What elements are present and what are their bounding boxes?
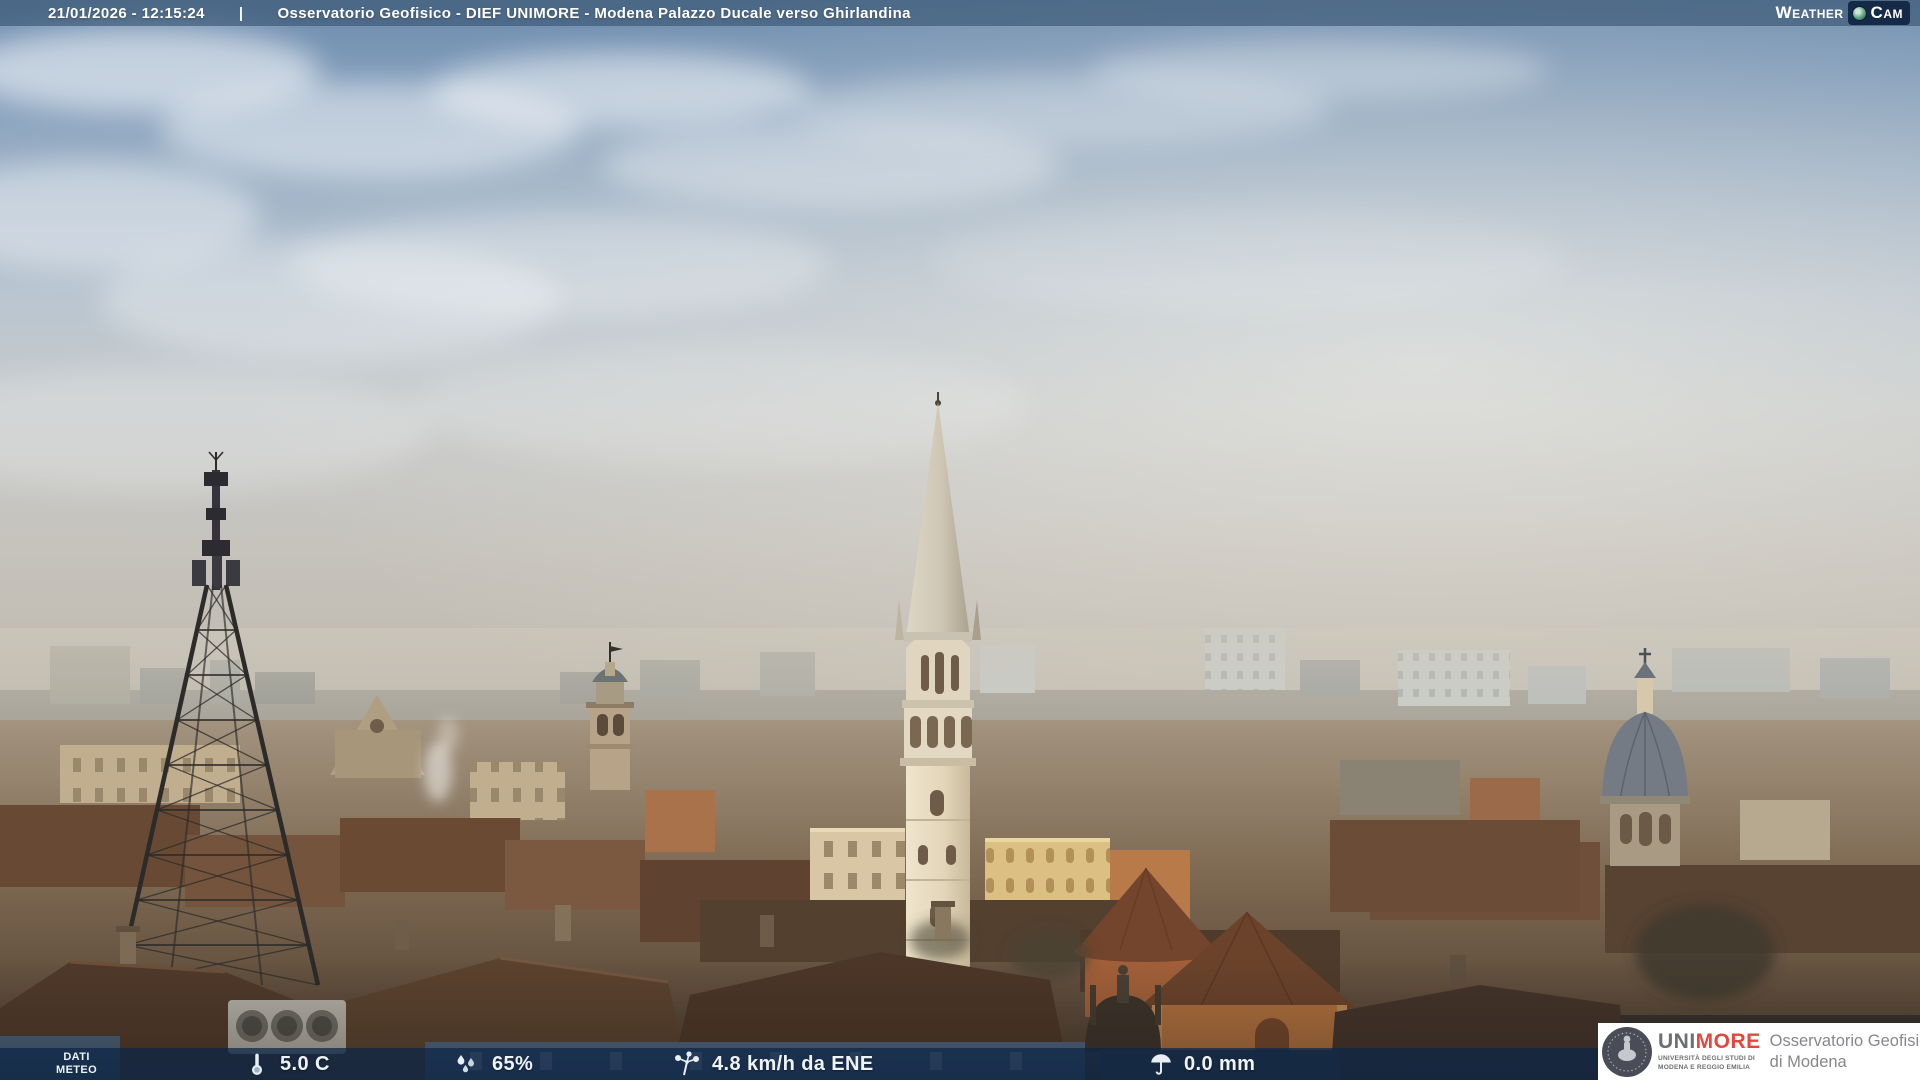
wind-metric: 4.8 km/h da ENE	[672, 1048, 874, 1080]
anemometer-icon	[675, 1051, 699, 1076]
weathercam-word-weather: Weather	[1775, 3, 1844, 22]
page-title: Osservatorio Geofisico - DIEF UNIMORE - …	[277, 4, 911, 22]
unimore-wordmark: UNIMORE UNIVERSITÀ DEGLI STUDI DI MODENA…	[1658, 1031, 1761, 1071]
header-bar: 21/01/2026 - 12:15:24 | Osservatorio Geo…	[0, 0, 1920, 26]
unimore-more-text: MORE	[1695, 1030, 1761, 1054]
humidity-icon	[457, 1055, 474, 1073]
rain-metric: 0.0 mm	[1148, 1048, 1255, 1080]
temperature-metric: 5.0 C	[244, 1048, 330, 1080]
weathercam-badge: Cam	[1847, 1, 1910, 25]
camera-lens-icon	[1851, 5, 1867, 21]
humidity-value: 65%	[492, 1052, 534, 1075]
unimore-logo-box: UNIMORE UNIVERSITÀ DEGLI STUDI DI MODENA…	[1598, 1023, 1920, 1080]
dati-meteo-label: DATI METEO	[56, 1051, 98, 1076]
temperature-value: 5.0 C	[280, 1052, 330, 1075]
university-subtitle-line2: MODENA E REGGIO EMILIA	[1658, 1063, 1751, 1071]
rain-value: 0.0 mm	[1184, 1052, 1256, 1075]
weathercam-word-cam: Cam	[1870, 3, 1903, 22]
weathercam-logo: Weather Cam	[1776, 1, 1910, 25]
humidity-metric: 65%	[452, 1048, 533, 1080]
university-seal-icon	[1600, 1025, 1654, 1079]
datetime-text: 21/01/2026 - 12:15:24	[48, 4, 205, 22]
university-subtitle-line1: UNIVERSITÀ DEGLI STUDI DI	[1658, 1055, 1755, 1063]
rain-icon	[1151, 1054, 1171, 1075]
observatory-name: Osservatorio Geofisico di Modena	[1769, 1032, 1920, 1071]
unimore-uni-text: UNI	[1658, 1030, 1696, 1054]
header-separator: |	[238, 4, 244, 22]
wind-value: 4.8 km/h da ENE	[712, 1052, 874, 1075]
thermometer-icon	[252, 1053, 262, 1075]
webcam-frame: 21/01/2026 - 12:15:24 | Osservatorio Geo…	[0, 0, 1920, 1080]
webcam-photo	[0, 0, 1920, 1080]
